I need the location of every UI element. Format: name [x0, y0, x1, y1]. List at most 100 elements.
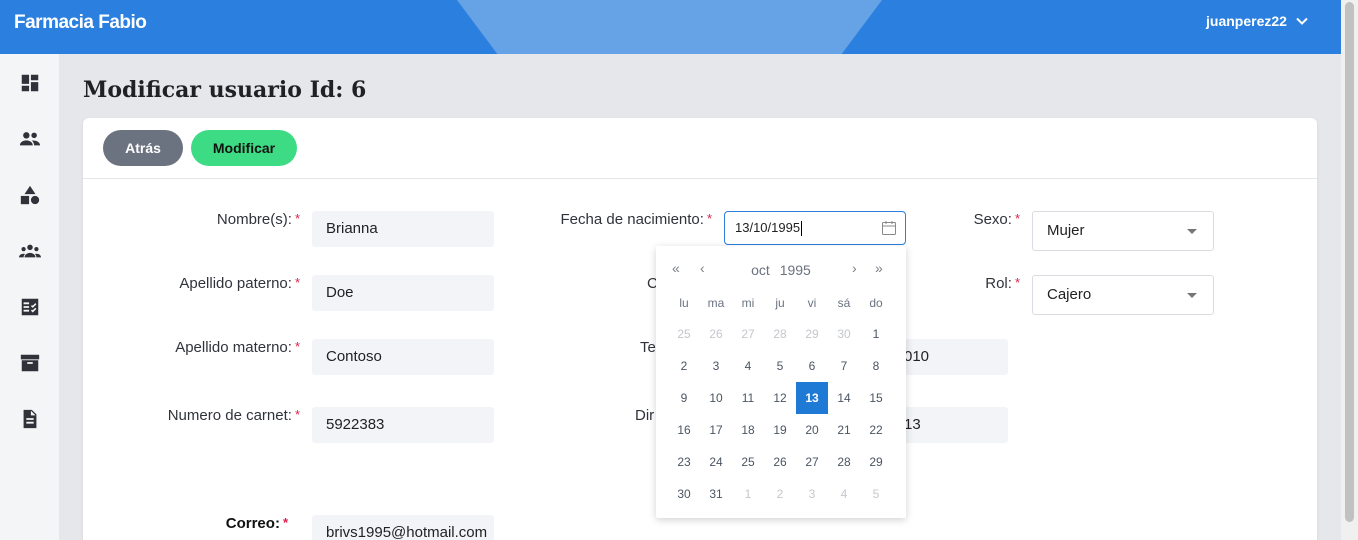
day-cell[interactable]: 9 [668, 382, 700, 414]
weekday-label: ma [707, 296, 725, 310]
apellido-materno-input[interactable]: Contoso [312, 339, 494, 375]
datepicker-year[interactable]: 1995 [780, 262, 811, 278]
modify-button[interactable]: Modificar [191, 130, 297, 166]
weekday-label: do [869, 296, 883, 310]
day-cell[interactable]: 4 [828, 478, 860, 510]
day-cell[interactable]: 20 [796, 414, 828, 446]
sexo-label: Sexo: * [974, 211, 1020, 228]
required-mark: * [1014, 211, 1020, 226]
rol-label: Rol: * [985, 275, 1020, 292]
day-cell[interactable]: 24 [700, 446, 732, 478]
carnet-input[interactable]: 5922383 [312, 407, 494, 443]
next-year-button[interactable]: » [875, 260, 883, 276]
day-cell[interactable]: 30 [668, 478, 700, 510]
sidebar [0, 54, 59, 540]
rol-select[interactable]: Cajero [1032, 275, 1214, 315]
day-cell[interactable]: 25 [668, 318, 700, 350]
day-cell[interactable]: 31 [700, 478, 732, 510]
day-cell[interactable]: 7 [828, 350, 860, 382]
day-cell[interactable]: 19 [764, 414, 796, 446]
day-cell[interactable]: 16 [668, 414, 700, 446]
nombres-input[interactable]: Brianna [312, 211, 494, 247]
day-cell[interactable]: 4 [732, 350, 764, 382]
required-mark: * [294, 275, 300, 290]
day-cell[interactable]: 17 [700, 414, 732, 446]
day-cell[interactable]: 28 [764, 318, 796, 350]
page-title: Modificar usuario Id: 6 [83, 77, 367, 103]
partial-label-3: Dir [635, 407, 655, 424]
nombres-label: Nombre(s): * [217, 211, 300, 228]
sidebar-item-inventory[interactable] [18, 351, 42, 375]
day-cell[interactable]: 26 [764, 446, 796, 478]
weekday-label: sá [837, 296, 851, 310]
day-cell[interactable]: 6 [796, 350, 828, 382]
day-cell[interactable]: 27 [732, 318, 764, 350]
sexo-label-text: Sexo: [973, 211, 1012, 228]
day-cell[interactable]: 3 [700, 350, 732, 382]
day-cell[interactable]: 29 [860, 446, 892, 478]
day-cell[interactable]: 12 [764, 382, 796, 414]
sexo-value: Mujer [1047, 222, 1085, 239]
nombres-label-text: Nombre(s): [216, 211, 292, 228]
users-icon [19, 132, 41, 146]
back-button[interactable]: Atrás [103, 130, 183, 166]
day-cell[interactable]: 5 [764, 350, 796, 382]
day-cell[interactable]: 10 [700, 382, 732, 414]
weekday-header: lu ma mi ju vi sá do [668, 296, 892, 310]
rol-value: Cajero [1047, 286, 1092, 303]
brand-title[interactable]: Farmacia Fabio [14, 12, 147, 34]
datepicker-month[interactable]: oct [751, 262, 770, 278]
sidebar-item-dashboard[interactable] [18, 71, 42, 95]
sidebar-item-users[interactable] [18, 127, 42, 151]
text-caret [801, 221, 803, 237]
required-mark: * [294, 407, 300, 422]
day-cell[interactable]: 23 [668, 446, 700, 478]
apellido-paterno-input[interactable]: Doe [312, 275, 494, 311]
weekday-label: ju [775, 296, 785, 310]
calendar-icon[interactable] [881, 220, 897, 236]
fecha-nacimiento-input[interactable]: 13/10/1995 [724, 211, 906, 245]
day-cell[interactable]: 2 [668, 350, 700, 382]
day-cell[interactable]: 22 [860, 414, 892, 446]
day-cell[interactable]: 28 [828, 446, 860, 478]
day-cell[interactable]: 26 [700, 318, 732, 350]
day-cell[interactable]: 27 [796, 446, 828, 478]
toolbar-divider [83, 178, 1317, 179]
vertical-scrollbar[interactable] [1341, 0, 1358, 540]
caret-down-icon [1187, 293, 1197, 298]
checklist-icon [21, 298, 39, 316]
header-decoration [457, 0, 882, 54]
caret-down-icon [1187, 229, 1197, 234]
day-cell[interactable]: 1 [860, 318, 892, 350]
weekday-label: mi [741, 296, 755, 310]
chevron-down-icon [1296, 17, 1308, 25]
day-cell[interactable]: 21 [828, 414, 860, 446]
next-month-button[interactable]: › [852, 260, 857, 276]
day-cell[interactable]: 2 [764, 478, 796, 510]
day-cell[interactable]: 11 [732, 382, 764, 414]
day-cell[interactable]: 15 [860, 382, 892, 414]
day-cell[interactable]: 18 [732, 414, 764, 446]
user-menu[interactable]: juanperez22 [1206, 13, 1309, 29]
day-cell[interactable]: 30 [828, 318, 860, 350]
sexo-select[interactable]: Mujer [1032, 211, 1214, 251]
sidebar-item-reports[interactable] [18, 407, 42, 431]
day-cell[interactable]: 5 [860, 478, 892, 510]
day-cell[interactable]: 29 [796, 318, 828, 350]
required-mark: * [282, 515, 288, 530]
sidebar-item-products[interactable] [18, 183, 42, 207]
apellido-materno-label: Apellido materno: * [175, 339, 300, 356]
scrollbar-thumb[interactable] [1345, 2, 1354, 522]
sidebar-item-clients[interactable] [18, 239, 42, 263]
day-cell[interactable]: 3 [796, 478, 828, 510]
day-cell[interactable]: 14 [828, 382, 860, 414]
fecha-nacimiento-label: Fecha de nacimiento: * [561, 211, 712, 228]
sidebar-item-tasks[interactable] [18, 295, 42, 319]
datepicker-title: oct 1995 [656, 262, 906, 278]
day-cell-selected[interactable]: 13 [796, 382, 828, 414]
correo-input[interactable]: brivs1995@hotmail.com [312, 515, 494, 540]
day-cell[interactable]: 8 [860, 350, 892, 382]
correo-label: Correo: * [226, 515, 288, 532]
day-cell[interactable]: 1 [732, 478, 764, 510]
day-cell[interactable]: 25 [732, 446, 764, 478]
